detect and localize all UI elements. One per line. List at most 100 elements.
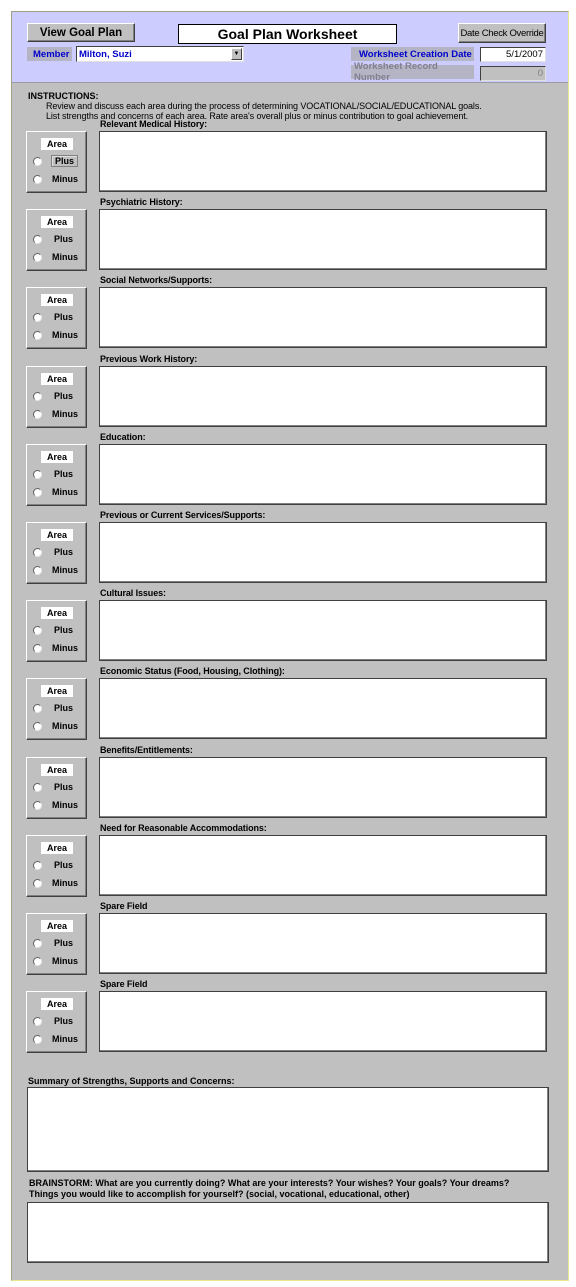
area-rating-group: Area Plus Minus (26, 600, 87, 662)
plus-option[interactable]: Plus (33, 545, 76, 559)
minus-label: Minus (52, 330, 78, 340)
area-title: Area (41, 138, 73, 150)
brainstorm-textarea[interactable] (27, 1202, 549, 1263)
section-textarea[interactable] (99, 444, 547, 505)
creation-date-label: Worksheet Creation Date (351, 47, 474, 61)
plus-label: Plus (51, 155, 79, 167)
section-textarea[interactable] (99, 991, 547, 1052)
area-title: Area (41, 451, 73, 463)
area-section: Relevant Medical History: Area Plus Minus (12, 119, 568, 197)
minus-radio[interactable] (33, 643, 42, 653)
area-rating-group: Area Plus Minus (26, 991, 87, 1053)
minus-option[interactable]: Minus (33, 172, 81, 186)
plus-option[interactable]: Plus (33, 858, 76, 872)
plus-label: Plus (54, 312, 74, 322)
area-title: Area (41, 920, 73, 932)
plus-option[interactable]: Plus (33, 154, 79, 168)
chevron-down-icon[interactable]: ▼ (231, 48, 242, 60)
minus-radio[interactable] (33, 1034, 42, 1044)
plus-radio[interactable] (33, 391, 42, 401)
minus-radio[interactable] (33, 878, 42, 888)
section-textarea[interactable] (99, 678, 547, 739)
area-section: Economic Status (Food, Housing, Clothing… (12, 666, 568, 744)
minus-radio[interactable] (33, 330, 42, 340)
minus-radio[interactable] (33, 409, 42, 419)
minus-radio[interactable] (33, 800, 42, 810)
plus-radio[interactable] (33, 156, 42, 166)
section-textarea[interactable] (99, 835, 547, 896)
section-label: Psychiatric History: (100, 197, 183, 207)
section-textarea[interactable] (99, 366, 547, 427)
instructions: INSTRUCTIONS: Review and discuss each ar… (28, 91, 482, 121)
area-section: Previous or Current Services/Supports: Ar… (12, 510, 568, 588)
minus-option[interactable]: Minus (33, 876, 81, 890)
section-textarea[interactable] (99, 287, 547, 348)
minus-option[interactable]: Minus (33, 954, 81, 968)
minus-option[interactable]: Minus (33, 798, 81, 812)
plus-label: Plus (54, 782, 74, 792)
plus-radio[interactable] (33, 1016, 42, 1026)
minus-radio[interactable] (33, 721, 42, 731)
section-label: Education: (100, 432, 146, 442)
plus-radio[interactable] (33, 625, 42, 635)
minus-option[interactable]: Minus (33, 563, 81, 577)
minus-option[interactable]: Minus (33, 328, 81, 342)
section-label: Previous or Current Services/Supports: (100, 510, 266, 520)
area-rating-group: Area Plus Minus (26, 366, 87, 428)
plus-radio[interactable] (33, 703, 42, 713)
view-goal-plan-button[interactable]: View Goal Plan (27, 23, 135, 42)
member-select[interactable]: Milton, Suzi ▼ (76, 46, 244, 62)
plus-radio[interactable] (33, 860, 42, 870)
section-textarea[interactable] (99, 209, 547, 270)
brainstorm-label-line-2: Things you would like to accomplish for … (29, 1188, 410, 1199)
area-rating-group: Area Plus Minus (26, 209, 87, 271)
section-textarea[interactable] (99, 913, 547, 974)
plus-radio[interactable] (33, 938, 42, 948)
area-title: Area (41, 373, 73, 385)
member-label: Member (27, 47, 72, 61)
plus-radio[interactable] (33, 782, 42, 792)
area-section: Social Networks/Supports: Area Plus Minus (12, 275, 568, 353)
area-section: Spare Field Area Plus Minus (12, 979, 568, 1057)
minus-option[interactable]: Minus (33, 250, 81, 264)
plus-label: Plus (54, 703, 74, 713)
minus-label: Minus (52, 252, 78, 262)
section-label: Previous Work History: (100, 354, 198, 364)
plus-option[interactable]: Plus (33, 623, 76, 637)
minus-option[interactable]: Minus (33, 485, 81, 499)
plus-option[interactable]: Plus (33, 780, 76, 794)
plus-option[interactable]: Plus (33, 310, 76, 324)
minus-label: Minus (52, 878, 78, 888)
plus-option[interactable]: Plus (33, 389, 76, 403)
summary-textarea[interactable] (27, 1087, 549, 1172)
minus-option[interactable]: Minus (33, 641, 81, 655)
plus-option[interactable]: Plus (33, 232, 76, 246)
section-textarea[interactable] (99, 522, 547, 583)
section-label: Spare Field (100, 901, 148, 911)
plus-option[interactable]: Plus (33, 467, 76, 481)
section-textarea[interactable] (99, 600, 547, 661)
section-label: Economic Status (Food, Housing, Clothing… (100, 666, 285, 676)
minus-option[interactable]: Minus (33, 719, 81, 733)
plus-option[interactable]: Plus (33, 1014, 76, 1028)
plus-radio[interactable] (33, 234, 42, 244)
section-textarea[interactable] (99, 757, 547, 818)
area-section: Psychiatric History: Area Plus Minus (12, 197, 568, 275)
minus-radio[interactable] (33, 956, 42, 966)
minus-radio[interactable] (33, 487, 42, 497)
plus-option[interactable]: Plus (33, 936, 76, 950)
minus-radio[interactable] (33, 174, 42, 184)
creation-date-field[interactable]: 5/1/2007 (480, 47, 546, 62)
minus-label: Minus (52, 174, 78, 184)
plus-radio[interactable] (33, 469, 42, 479)
minus-radio[interactable] (33, 252, 42, 262)
section-textarea[interactable] (99, 131, 547, 192)
date-check-override-button[interactable]: Date Check Override (458, 23, 546, 43)
minus-radio[interactable] (33, 565, 42, 575)
minus-option[interactable]: Minus (33, 1032, 81, 1046)
plus-option[interactable]: Plus (33, 701, 76, 715)
minus-option[interactable]: Minus (33, 407, 81, 421)
section-label: Spare Field (100, 979, 148, 989)
plus-radio[interactable] (33, 312, 42, 322)
plus-radio[interactable] (33, 547, 42, 557)
